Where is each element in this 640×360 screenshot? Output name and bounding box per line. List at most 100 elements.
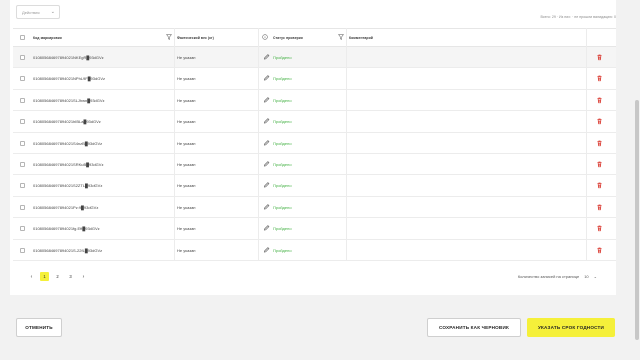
weight-value: Не указан xyxy=(177,76,196,82)
column-divider xyxy=(586,28,587,261)
chevron-down-icon: ⌄ xyxy=(50,9,55,15)
pencil-icon[interactable] xyxy=(263,224,270,232)
table-header: Код маркировки Фактический вес (кг) Стат… xyxy=(13,28,616,47)
cancel-button[interactable]: Отменить xyxy=(16,318,62,337)
status-badge: Пройдено xyxy=(273,76,292,82)
marking-code: 010805684697894021S4nzB█93dGVz xyxy=(33,140,103,146)
chevron-down-icon: ⌄ xyxy=(593,274,597,279)
trash-icon[interactable] xyxy=(596,96,603,104)
column-header-comment: Комментарий xyxy=(349,36,373,40)
trash-icon[interactable] xyxy=(596,203,603,211)
row-checkbox[interactable] xyxy=(20,247,25,253)
actions-dropdown[interactable]: Действия ⌄ xyxy=(16,5,60,19)
trash-icon[interactable] xyxy=(596,74,603,82)
trash-icon[interactable] xyxy=(596,117,603,125)
row-checkbox[interactable] xyxy=(20,161,25,167)
weight-value: Не указан xyxy=(177,119,196,125)
column-header-code: Код маркировки xyxy=(33,36,62,40)
trash-icon[interactable] xyxy=(596,181,603,189)
table-row[interactable]: 010805684697894021S-22fL█93dGVz Не указан… xyxy=(13,240,616,261)
next-page-button[interactable]: › xyxy=(79,272,88,281)
weight-value: Не указан xyxy=(177,204,196,210)
page-button[interactable]: 1 xyxy=(40,272,49,281)
table-row[interactable]: 010805684697894021hIBLa█93dGVz Не указан П… xyxy=(13,111,616,133)
prev-page-button[interactable]: ‹ xyxy=(27,272,36,281)
weight-value: Не указан xyxy=(177,55,196,60)
row-checkbox[interactable] xyxy=(20,183,25,189)
actions-label: Действия xyxy=(22,9,40,15)
records-summary: Всего: 29 · Из них: · не прошли валидаци… xyxy=(540,15,616,19)
row-checkbox[interactable] xyxy=(20,119,25,125)
weight-value: Не указан xyxy=(177,97,196,103)
per-page-label: Количество записей на странице xyxy=(517,274,580,279)
page-button[interactable]: 3 xyxy=(66,272,75,281)
status-badge: Пройдено xyxy=(273,247,292,253)
codes-table: Код маркировки Фактический вес (кг) Стат… xyxy=(13,28,616,261)
pencil-icon[interactable] xyxy=(263,53,270,61)
row-checkbox[interactable] xyxy=(20,76,25,82)
column-divider xyxy=(258,28,259,261)
row-checkbox[interactable] xyxy=(20,55,25,60)
pencil-icon[interactable] xyxy=(263,139,270,147)
table-row[interactable]: 010805684697894021S2ZTL█93dGVz Не указан П… xyxy=(13,175,616,197)
weight-value: Не указан xyxy=(177,161,196,167)
row-checkbox[interactable] xyxy=(20,97,25,103)
filter-icon[interactable] xyxy=(166,34,172,40)
marking-code: 010805684697894021S-22fL█93dGVz xyxy=(33,247,103,253)
pencil-icon[interactable] xyxy=(263,74,270,82)
table-row[interactable]: 010805684697894021NKEgR█93dGVz Не указан П… xyxy=(13,47,616,69)
table-body: 010805684697894021NKEgR█93dGVz Не указан П… xyxy=(13,47,616,261)
pencil-icon[interactable] xyxy=(263,181,270,189)
row-checkbox[interactable] xyxy=(20,140,25,146)
select-all-checkbox[interactable] xyxy=(20,35,25,40)
status-badge: Пройдено xyxy=(273,161,292,167)
table-row[interactable]: 010805684697894021SRKuB█93dGVz Не указан П… xyxy=(13,154,616,176)
set-expiry-button[interactable]: Указать срок годности xyxy=(527,318,615,337)
pagination: ‹ 1 2 3 › xyxy=(27,272,88,281)
marking-code: 010805684697894021Pz:9█93dGVz xyxy=(33,204,99,210)
table-row[interactable]: 010805684697894021fg.Eft█93dGVz Не указан… xyxy=(13,218,616,240)
marking-code: 010805684697894021fg.Eft█93dGVz xyxy=(33,226,100,232)
column-header-weight: Фактический вес (кг) xyxy=(177,36,214,40)
marking-code: 010805684697894021SRKuB█93dGVz xyxy=(33,161,104,167)
column-divider xyxy=(346,28,347,261)
weight-value: Не указан xyxy=(177,247,196,253)
table-row[interactable]: 010805684697894021Pz:9█93dGVz Не указан Пр… xyxy=(13,197,616,219)
table-row[interactable]: 010805684697894021SLJhwn█93dGVz Не указан… xyxy=(13,90,616,112)
filter-icon[interactable] xyxy=(338,34,344,40)
column-divider xyxy=(174,28,175,261)
status-badge: Пройдено xyxy=(273,55,292,60)
weight-value: Не указан xyxy=(177,183,196,189)
per-page-selector[interactable]: Количество записей на странице 10 ⌄ xyxy=(518,274,597,279)
marking-code: 010805684697894021hIBLa█93dGVz xyxy=(33,119,101,125)
marking-code: 010805684697894021SLJhwn█93dGVz xyxy=(33,97,105,103)
trash-icon[interactable] xyxy=(596,139,603,147)
pencil-icon[interactable] xyxy=(263,203,270,211)
table-row[interactable]: 010805684697894021NPhL9F█93dGVz Не указан… xyxy=(13,68,616,90)
status-badge: Пройдено xyxy=(273,226,292,232)
trash-icon[interactable] xyxy=(596,246,603,254)
weight-value: Не указан xyxy=(177,140,196,146)
pencil-icon[interactable] xyxy=(263,117,270,125)
trash-icon[interactable] xyxy=(596,224,603,232)
info-icon[interactable] xyxy=(262,34,268,40)
scrollbar-thumb[interactable] xyxy=(635,100,639,340)
pencil-icon[interactable] xyxy=(263,160,270,168)
marking-code: 010805684697894021S2ZTL█93dGVz xyxy=(33,183,103,189)
page-button[interactable]: 2 xyxy=(53,272,62,281)
trash-icon[interactable] xyxy=(596,53,603,61)
status-badge: Пройдено xyxy=(273,140,292,146)
pencil-icon[interactable] xyxy=(263,96,270,104)
status-badge: Пройдено xyxy=(273,204,292,210)
status-badge: Пройдено xyxy=(273,97,292,103)
column-header-status: Статус проверки xyxy=(273,36,303,40)
save-draft-button[interactable]: Сохранить как черновик xyxy=(427,318,521,337)
marking-code: 010805684697894021NPhL9F█93dGVz xyxy=(33,76,106,82)
pencil-icon[interactable] xyxy=(263,246,270,254)
row-checkbox[interactable] xyxy=(20,204,25,210)
table-row[interactable]: 010805684697894021S4nzB█93dGVz Не указан П… xyxy=(13,133,616,154)
row-checkbox[interactable] xyxy=(20,226,25,232)
per-page-value[interactable]: 10 xyxy=(584,274,588,279)
trash-icon[interactable] xyxy=(596,160,603,168)
scrollbar[interactable] xyxy=(634,0,640,360)
